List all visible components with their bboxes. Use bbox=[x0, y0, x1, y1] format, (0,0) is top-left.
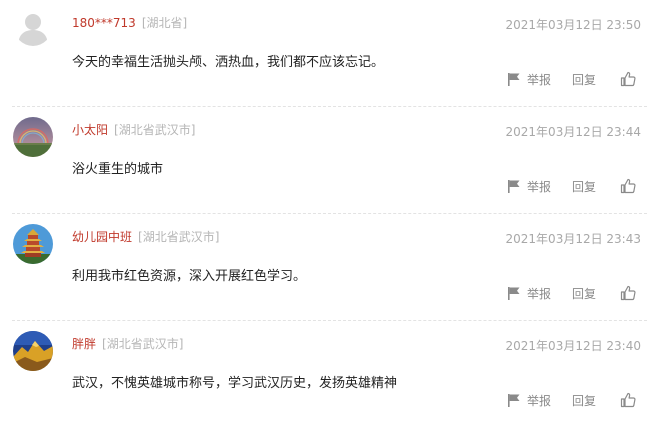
reply-button[interactable]: 回复 bbox=[572, 285, 596, 301]
comment-actions: 举报 回复 bbox=[0, 392, 655, 408]
avatar[interactable] bbox=[13, 117, 53, 157]
flag-icon bbox=[508, 287, 520, 300]
report-label: 举报 bbox=[527, 179, 552, 194]
timestamp: 2021年03月12日 23:44 bbox=[505, 125, 641, 139]
reply-button[interactable]: 回复 bbox=[572, 178, 596, 194]
comment-actions: 举报 回复 bbox=[0, 71, 655, 87]
reply-label: 回复 bbox=[572, 286, 597, 301]
golden-mountain-icon bbox=[13, 331, 53, 371]
like-button[interactable] bbox=[620, 178, 636, 194]
flag-icon bbox=[508, 394, 520, 407]
comment-text: 利用我市红色资源，深入开展红色学习。 bbox=[72, 269, 307, 284]
user-line: 幼儿园中班 [湖北省武汉市] bbox=[72, 230, 219, 244]
report-label: 举报 bbox=[527, 72, 552, 87]
location: [湖北省] bbox=[141, 16, 188, 30]
yellow-crane-tower-icon bbox=[13, 224, 53, 264]
default-avatar-icon bbox=[14, 8, 52, 46]
timestamp: 2021年03月12日 23:50 bbox=[505, 18, 641, 32]
comment-text: 浴火重生的城市 bbox=[72, 162, 164, 177]
flag-icon bbox=[508, 180, 520, 193]
location: [湖北省武汉市] bbox=[102, 337, 184, 351]
report-button[interactable]: 举报 bbox=[507, 392, 551, 408]
reply-label: 回复 bbox=[572, 179, 597, 194]
reply-button[interactable]: 回复 bbox=[572, 392, 596, 408]
comment-item: 180***713 [湖北省] 2021年03月12日 23:50 今天的幸福生活… bbox=[0, 0, 655, 107]
username[interactable]: 小太阳 bbox=[72, 123, 108, 137]
comment-item: 胖胖 [湖北省武汉市] 2021年03月12日 23:40 武汉，不愧英雄城市称号… bbox=[0, 321, 655, 428]
comment-text: 今天的幸福生活抛头颅、洒热血，我们都不应该忘记。 bbox=[72, 55, 385, 70]
thumbs-up-icon bbox=[620, 285, 636, 301]
thumbs-up-icon bbox=[620, 71, 636, 87]
timestamp: 2021年03月12日 23:40 bbox=[505, 339, 641, 353]
timestamp: 2021年03月12日 23:43 bbox=[505, 232, 641, 246]
report-button[interactable]: 举报 bbox=[507, 285, 551, 301]
report-label: 举报 bbox=[527, 286, 552, 301]
report-button[interactable]: 举报 bbox=[507, 178, 551, 194]
user-line: 180***713 [湖北省] bbox=[72, 16, 187, 30]
thumbs-up-icon bbox=[620, 392, 636, 408]
username[interactable]: 胖胖 bbox=[72, 337, 96, 351]
reply-label: 回复 bbox=[572, 72, 597, 87]
user-line: 小太阳 [湖北省武汉市] bbox=[72, 123, 195, 137]
like-button[interactable] bbox=[620, 71, 636, 87]
report-button[interactable]: 举报 bbox=[507, 71, 551, 87]
avatar[interactable] bbox=[13, 224, 53, 264]
reply-button[interactable]: 回复 bbox=[572, 71, 596, 87]
comment-item: 幼儿园中班 [湖北省武汉市] 2021年03月12日 23:43 利用我市红色资源… bbox=[0, 214, 655, 321]
comment-list: 180***713 [湖北省] 2021年03月12日 23:50 今天的幸福生活… bbox=[0, 0, 655, 423]
location: [湖北省武汉市] bbox=[114, 123, 196, 137]
location: [湖北省武汉市] bbox=[138, 230, 220, 244]
report-label: 举报 bbox=[527, 393, 552, 408]
username[interactable]: 180***713 bbox=[72, 16, 136, 30]
reply-label: 回复 bbox=[572, 393, 597, 408]
like-button[interactable] bbox=[620, 285, 636, 301]
thumbs-up-icon bbox=[620, 178, 636, 194]
flag-icon bbox=[508, 73, 520, 86]
user-line: 胖胖 [湖北省武汉市] bbox=[72, 337, 183, 351]
avatar[interactable] bbox=[13, 331, 53, 371]
username[interactable]: 幼儿园中班 bbox=[72, 230, 132, 244]
comment-item: 小太阳 [湖北省武汉市] 2021年03月12日 23:44 浴火重生的城市 举报… bbox=[0, 107, 655, 214]
comment-text: 武汉，不愧英雄城市称号，学习武汉历史，发扬英雄精神 bbox=[72, 376, 398, 391]
rainbow-landscape-icon bbox=[13, 117, 53, 157]
comment-actions: 举报 回复 bbox=[0, 285, 655, 301]
comment-actions: 举报 回复 bbox=[0, 178, 655, 194]
avatar[interactable] bbox=[14, 8, 52, 46]
like-button[interactable] bbox=[620, 392, 636, 408]
